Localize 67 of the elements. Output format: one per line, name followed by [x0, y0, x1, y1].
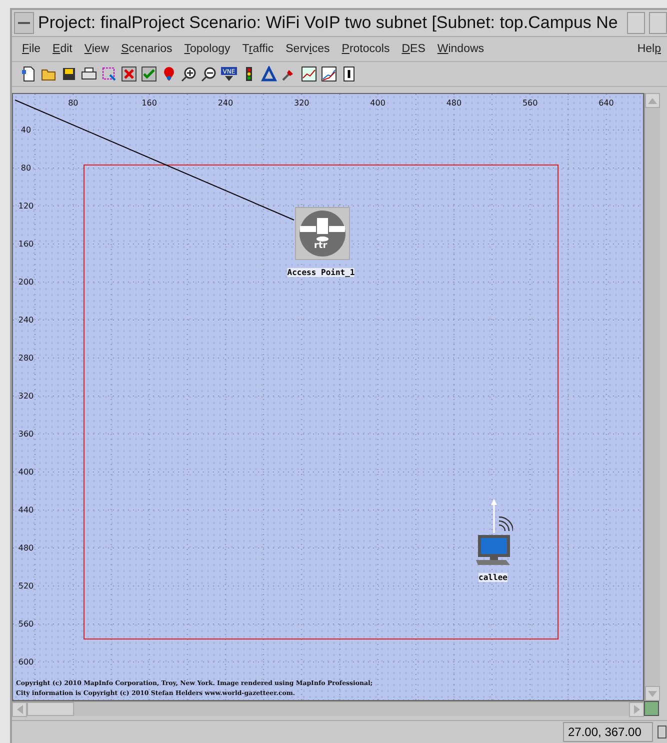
workstation-icon[interactable]	[475, 497, 513, 567]
menu-item[interactable]: File	[16, 43, 47, 55]
window-menu-button[interactable]	[14, 12, 34, 34]
minus-icon	[18, 22, 30, 24]
axis-label: 480	[18, 544, 34, 552]
axis-label: 360	[18, 430, 34, 438]
select-icon	[101, 66, 117, 82]
right-arrow-icon	[634, 705, 640, 714]
axis-label: 560	[522, 98, 538, 108]
menu-item[interactable]: Protocols	[336, 43, 396, 55]
new-file-icon	[21, 66, 37, 82]
toolbar-button[interactable]	[140, 64, 158, 84]
menu-item[interactable]: Scenarios	[115, 43, 178, 55]
axis-label: 80	[68, 98, 78, 108]
icon-label: rtr	[314, 241, 328, 251]
node-label: Access Point_1	[287, 268, 355, 277]
navigator-button[interactable]	[644, 701, 659, 716]
axis-label: 480	[446, 98, 462, 108]
axis-label: 160	[18, 240, 34, 248]
left-arrow-icon	[16, 705, 22, 714]
node-label: callee	[478, 573, 508, 582]
document-icon	[341, 66, 357, 82]
toolbar-button[interactable]	[300, 64, 318, 84]
menu-item[interactable]: View	[78, 43, 116, 55]
axis-label: 240	[218, 98, 234, 108]
toolbar-button[interactable]	[320, 64, 338, 84]
save-icon	[61, 66, 77, 82]
menu-item[interactable]: DES	[396, 43, 432, 55]
axis-label: 40	[20, 126, 32, 134]
marker-icon	[161, 66, 177, 82]
menu-item[interactable]: Topology	[178, 43, 236, 55]
delete-icon	[121, 66, 137, 82]
triangle-icon	[261, 66, 277, 82]
up-arrow-icon	[648, 98, 657, 104]
axis-label: 400	[18, 468, 34, 476]
axis-label: 400	[370, 98, 386, 108]
axis-label: 320	[18, 392, 34, 400]
toolbar-button[interactable]	[120, 64, 138, 84]
menu-item[interactable]: Windows	[431, 43, 490, 55]
graph-icon	[321, 66, 337, 82]
axis-label: 280	[18, 354, 34, 362]
router-icon[interactable]: rtr	[295, 207, 350, 260]
map-canvas[interactable]	[12, 93, 644, 701]
scrollbar-thumb[interactable]	[27, 702, 74, 716]
axis-label: 640	[598, 98, 614, 108]
axis-label: 600	[18, 658, 34, 666]
check-icon	[141, 66, 157, 82]
print-icon	[81, 66, 97, 82]
axis-label: 240	[18, 316, 34, 324]
menu-item[interactable]: Edit	[46, 43, 78, 55]
axis-label: 320	[294, 98, 310, 108]
window-title: Project: finalProject Scenario: WiFi VoIP two subnet [Subnet: top.Campus Ne	[38, 13, 619, 33]
menu-item[interactable]: Services	[280, 43, 336, 55]
menu-item[interactable]: Help	[631, 43, 667, 55]
coordinates-readout: 27.00, 367.00	[563, 722, 653, 742]
chart-icon	[301, 66, 317, 82]
axis-label: 200	[18, 278, 34, 286]
zoom-in-icon	[181, 66, 197, 82]
axis-label: 80	[20, 164, 32, 172]
axis-label: 560	[18, 620, 34, 628]
down-arrow-icon	[648, 690, 657, 696]
menu-item[interactable]: Traffic	[236, 43, 280, 55]
zoom-out-icon	[201, 66, 217, 82]
axis-label: 120	[18, 202, 34, 210]
axis-label: 160	[142, 98, 157, 108]
axis-label: 440	[18, 506, 34, 514]
axis-label: 520	[18, 582, 34, 590]
